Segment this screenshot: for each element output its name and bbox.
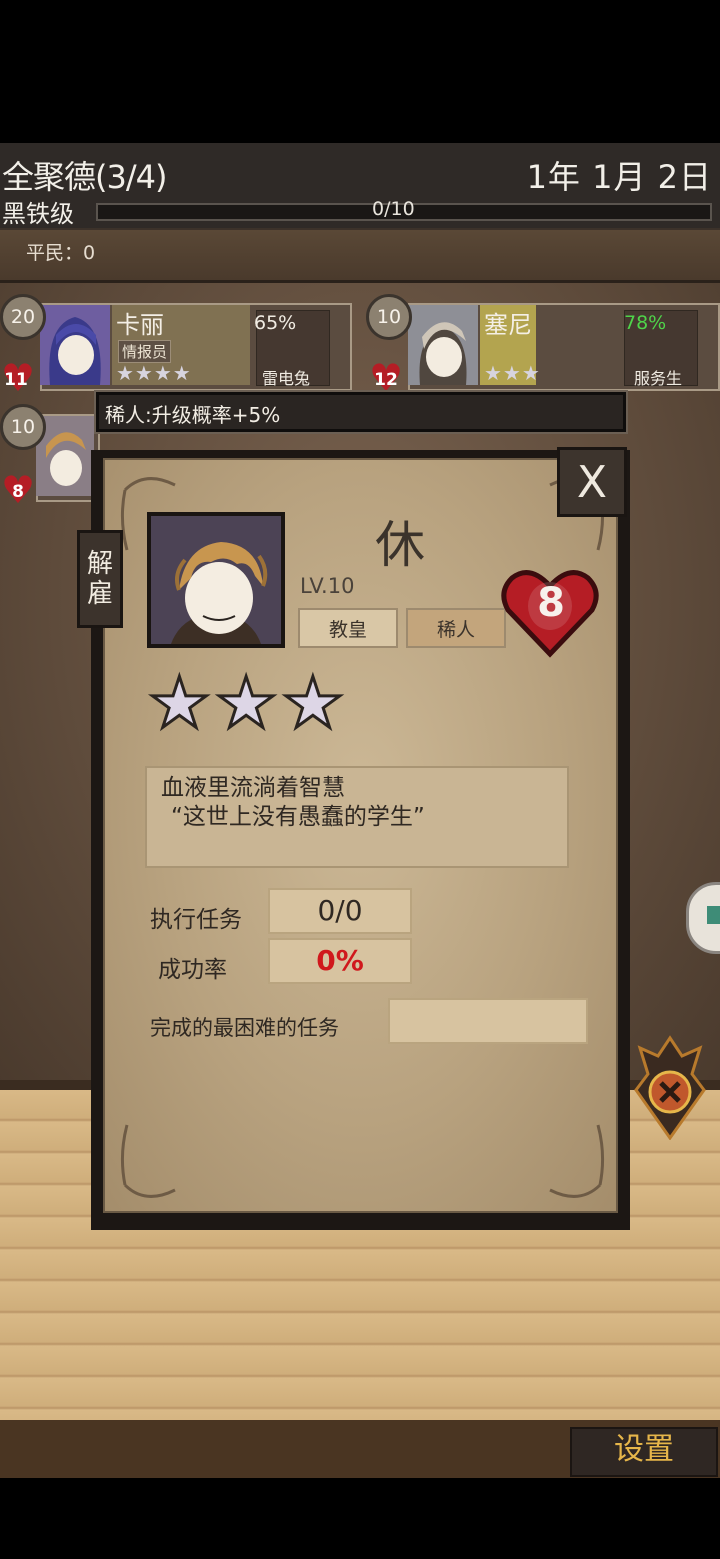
- roster-task: 服务生: [634, 369, 683, 388]
- heart-count: 11: [4, 370, 28, 390]
- heart-count: 8: [12, 482, 24, 502]
- bio-line-2: “这世上没有愚蠢的学生”: [171, 804, 425, 830]
- hardest-task-label: 完成的最困难的任务: [150, 1016, 339, 1040]
- roster-name: 卡丽: [116, 311, 164, 339]
- commoners-count: 平民：0: [26, 242, 96, 264]
- heart-count: 12: [374, 370, 398, 390]
- hero-stars: ★★★: [146, 661, 349, 746]
- hero-name: 休: [375, 516, 425, 574]
- roster-stars: ★★★: [484, 361, 541, 385]
- roster-task: 雷电兔: [262, 369, 311, 388]
- missions-label: 执行任务: [150, 907, 242, 933]
- guild-crest-icon[interactable]: [634, 1034, 706, 1141]
- hero-rarity-tag[interactable]: 稀人: [406, 608, 506, 648]
- hero-hearts: 8: [537, 580, 565, 626]
- guild-xp-text: 0/10: [372, 198, 415, 220]
- shelf: [0, 230, 720, 283]
- roster-role: 情报员: [118, 340, 172, 363]
- hero-class-tag: 教皇: [298, 608, 398, 648]
- roster-rate-label: 78%: [624, 312, 667, 334]
- level-badge: 20: [0, 294, 46, 340]
- close-button[interactable]: X: [557, 447, 627, 517]
- portrait-seni: [408, 305, 478, 385]
- portrait-kali: [40, 305, 110, 385]
- level-badge: 10: [0, 404, 46, 450]
- success-rate-value: 0%: [268, 938, 412, 984]
- level-badge: 10: [366, 294, 412, 340]
- success-rate-label: 成功率: [158, 957, 227, 983]
- roster-rate-label: 65%: [254, 312, 297, 334]
- hero-portrait: [147, 512, 285, 648]
- roster-name: 塞尼: [484, 311, 532, 339]
- guild-name: 全聚德(3/4): [2, 158, 167, 196]
- rarity-tooltip: 稀人:升级概率+5%: [96, 392, 626, 432]
- guild-rank: 黑铁级: [2, 200, 74, 228]
- missions-value: 0/0: [268, 888, 412, 934]
- roster-stars: ★★★★: [116, 361, 192, 385]
- hardest-task-value: [388, 998, 588, 1044]
- settings-button[interactable]: 设置: [570, 1427, 718, 1477]
- bio-line-1: 血液里流淌着智慧: [161, 775, 345, 801]
- dismiss-button[interactable]: 解雇: [77, 530, 123, 628]
- hero-bio: 血液里流淌着智慧 “这世上没有愚蠢的学生”: [145, 766, 569, 868]
- game-date: 1年 1月 2日: [526, 158, 712, 196]
- hero-level: LV.10: [300, 574, 355, 598]
